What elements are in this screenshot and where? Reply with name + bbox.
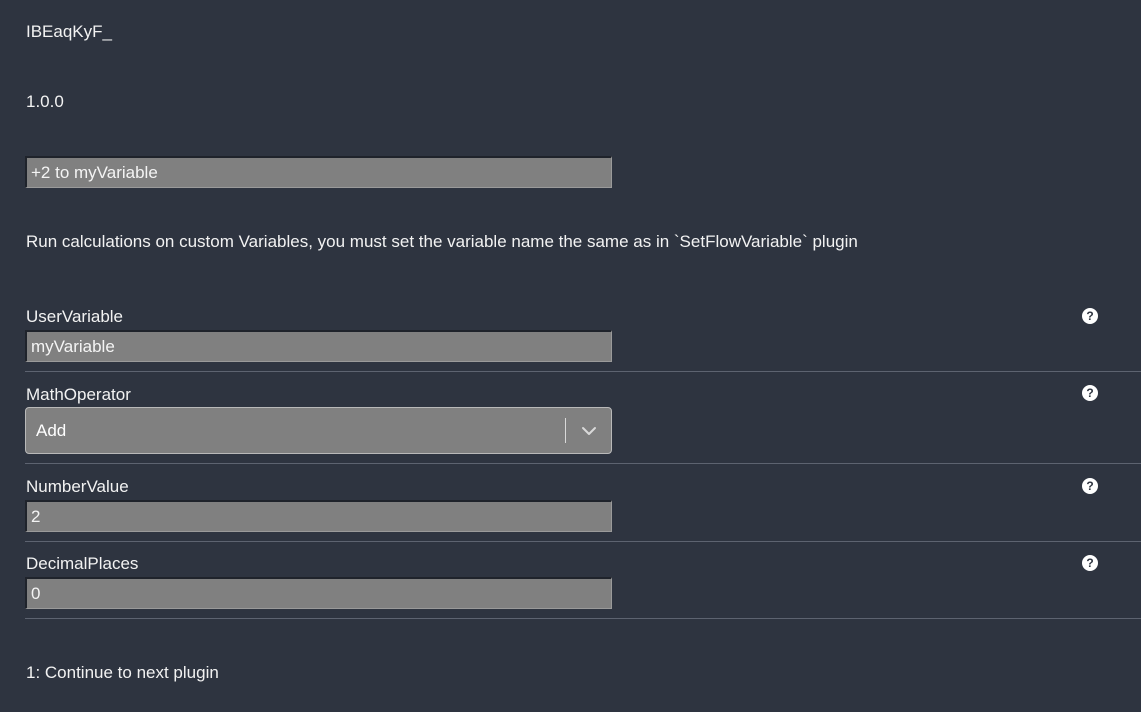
math-operator-help-icon[interactable]: ?: [1082, 385, 1098, 401]
math-operator-label: MathOperator: [26, 385, 131, 404]
select-separator: [565, 418, 566, 443]
divider: [25, 371, 1141, 372]
divider: [25, 463, 1141, 464]
divider: [25, 618, 1141, 619]
number-value-input[interactable]: [25, 500, 612, 532]
decimal-places-label: DecimalPlaces: [26, 554, 139, 573]
plugin-version: 1.0.0: [26, 92, 64, 111]
number-value-help-icon[interactable]: ?: [1082, 478, 1098, 494]
math-operator-select[interactable]: Add: [25, 407, 612, 454]
divider: [25, 541, 1141, 542]
user-variable-input[interactable]: [25, 330, 612, 362]
decimal-places-help-icon[interactable]: ?: [1082, 555, 1098, 571]
number-value-label: NumberValue: [26, 477, 129, 496]
output-1-label: 1: Continue to next plugin: [26, 663, 219, 682]
decimal-places-input[interactable]: [25, 577, 612, 609]
user-variable-label: UserVariable: [26, 307, 124, 326]
plugin-name-input[interactable]: [25, 156, 612, 188]
plugin-description: Run calculations on custom Variables, yo…: [26, 232, 858, 251]
chevron-down-icon[interactable]: [579, 422, 599, 440]
user-variable-help-icon[interactable]: ?: [1082, 308, 1098, 324]
math-operator-selected-value: Add: [36, 421, 67, 440]
plugin-editor: IBEaqKyF_ 1.0.0 Run calculations on cust…: [0, 0, 1141, 712]
plugin-id: IBEaqKyF_: [26, 22, 112, 41]
